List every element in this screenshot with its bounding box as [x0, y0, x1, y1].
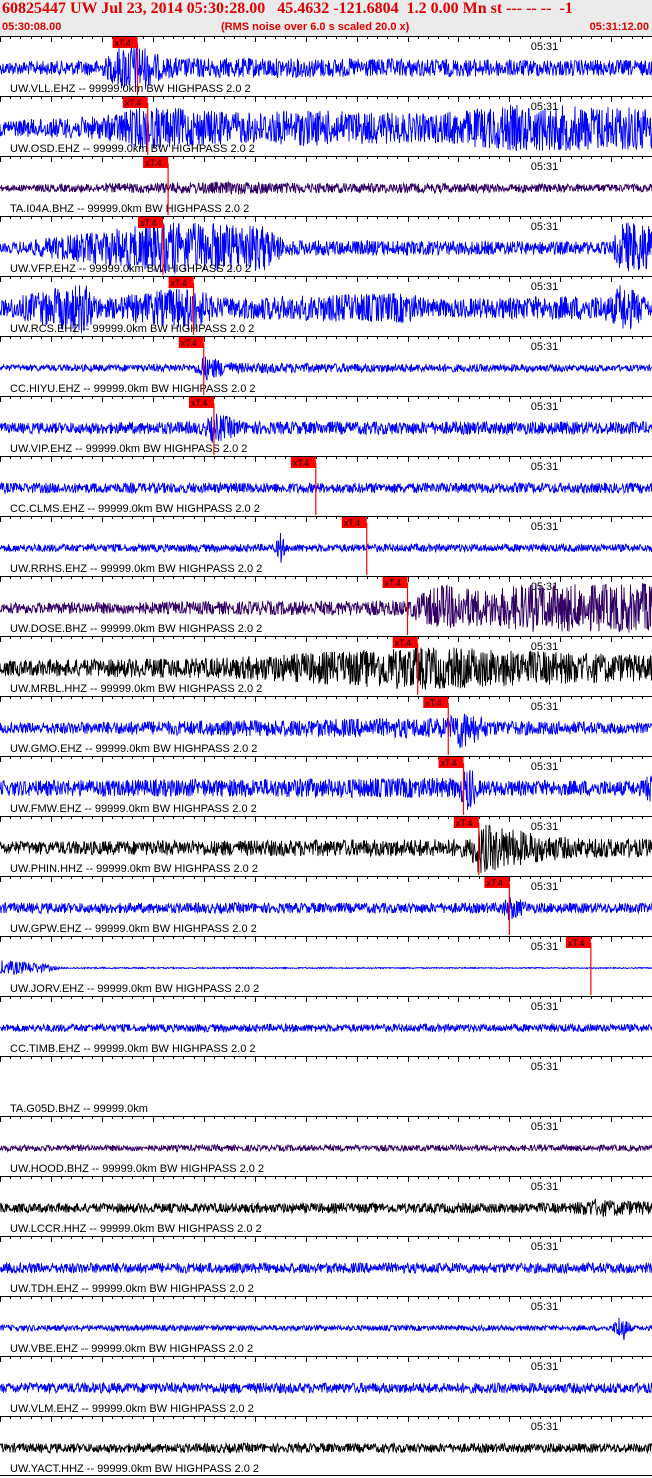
station-label: TA.G05D.BHZ -- 99999.0km [10, 1103, 148, 1115]
start-time-label: 05:30:08.00 [2, 21, 62, 33]
waveform-trace [0, 896, 652, 920]
pick-label: xT.4 [568, 938, 585, 948]
minute-tick-label: 05:31 [531, 761, 559, 773]
station-label: UW.TDH.EHZ -- 99999.0km BW HIGHPASS 2.0 … [10, 1283, 254, 1295]
minute-tick-label: 05:31 [531, 1001, 559, 1013]
waveform-trace [0, 1143, 652, 1153]
station-label: CC.HIYU.EHZ -- 99999.0km BW HIGHPASS 2.0… [10, 383, 256, 395]
end-time-label: 05:31:12.00 [589, 21, 649, 33]
pick-label: xT.4 [385, 578, 402, 588]
station-label: UW.RCS.EHZ -- 99999.0km BW HIGHPASS 2.0 … [10, 323, 254, 335]
minute-tick-label: 05:31 [531, 161, 559, 173]
waveform-trace [0, 1198, 652, 1217]
pick-label: xT.4 [145, 158, 162, 168]
pick-label: xT.4 [486, 878, 503, 888]
station-label: TA.I04A.BHZ -- 99999.0km BW HIGHPASS 2.0… [10, 203, 249, 215]
station-label: CC.CLMS.EHZ -- 99999.0km BW HIGHPASS 2.0… [10, 503, 260, 515]
minute-tick-label: 05:31 [531, 521, 559, 533]
waveform-trace [0, 1441, 652, 1455]
station-label: UW.VFP.EHZ -- 99999.0km BW HIGHPASS 2.0 … [10, 263, 251, 275]
minute-tick-label: 05:31 [531, 821, 559, 833]
minute-tick-label: 05:31 [531, 1301, 559, 1313]
minute-tick-label: 05:31 [531, 341, 559, 353]
pick-label: xT.4 [115, 38, 132, 48]
station-label: UW.GPW.EHZ -- 99999.0km BW HIGHPASS 2.0 … [10, 923, 257, 935]
station-label: UW.FMW.EHZ -- 99999.0km BW HIGHPASS 2.0 … [10, 803, 257, 815]
minute-tick-label: 05:31 [531, 1181, 559, 1193]
waveform-trace [0, 1022, 652, 1034]
minute-tick-label: 05:31 [531, 281, 559, 293]
station-label: UW.JORV.EHZ -- 99999.0km BW HIGHPASS 2.0… [10, 983, 259, 995]
minute-tick-label: 05:31 [531, 1361, 559, 1373]
minute-tick-label: 05:31 [531, 221, 559, 233]
waveform-trace [0, 180, 652, 195]
station-label: UW.PHIN.HHZ -- 99999.0km BW HIGHPASS 2.0… [10, 863, 258, 875]
waveform-trace [0, 413, 652, 443]
station-label: UW.RRHS.EHZ -- 99999.0km BW HIGHPASS 2.0… [10, 563, 262, 575]
pick-label: xT.4 [395, 638, 412, 648]
minute-tick-label: 05:31 [531, 41, 559, 53]
waveform-trace [0, 960, 652, 975]
station-label: UW.VBE.EHZ -- 99999.0km BW HIGHPASS 2.0 … [10, 1343, 253, 1355]
minute-tick-label: 05:31 [531, 401, 559, 413]
station-label: UW.DOSE.BHZ -- 99999.0km BW HIGHPASS 2.0… [10, 623, 262, 635]
pick-label: xT.4 [181, 338, 198, 348]
minute-tick-label: 05:31 [531, 881, 559, 893]
pick-label: xT.4 [140, 218, 157, 228]
minute-tick-label: 05:31 [531, 1121, 559, 1133]
station-label: UW.VLL.EHZ -- 99999.0km BW HIGHPASS 2.0 … [10, 83, 251, 95]
pick-label: xT.4 [171, 278, 188, 288]
station-label: CC.TIMB.EHZ -- 99999.0km BW HIGHPASS 2.0… [10, 1043, 256, 1055]
minute-tick-label: 05:31 [531, 1421, 559, 1433]
minute-tick-label: 05:31 [531, 1241, 559, 1253]
waveform-trace [0, 481, 652, 495]
station-label: UW.LCCR.HHZ -- 99999.0km BW HIGHPASS 2.0… [10, 1223, 262, 1235]
station-label: UW.VLM.EHZ -- 99999.0km BW HIGHPASS 2.0 … [10, 1403, 254, 1415]
noise-note: (RMS noise over 6.0 s scaled 20.0 x) [221, 21, 410, 33]
station-label: UW.MRBL.HHZ -- 99999.0km BW HIGHPASS 2.0… [10, 683, 262, 695]
record-header: 60825447 UW Jul 23, 2014 05:30:28.00 45.… [0, 0, 652, 36]
station-label: UW.VIP.EHZ -- 99999.0km BW HIGHPASS 2.0 … [10, 443, 247, 455]
minute-tick-label: 05:31 [531, 701, 559, 713]
event-title: 60825447 UW Jul 23, 2014 05:30:28.00 45.… [2, 0, 573, 17]
minute-tick-label: 05:31 [531, 1061, 559, 1073]
pick-label: xT.4 [191, 398, 208, 408]
pick-label: xT.4 [425, 698, 442, 708]
minute-tick-label: 05:31 [531, 641, 559, 653]
waveform-trace [0, 1261, 652, 1275]
pick-label: xT.4 [344, 518, 361, 528]
station-label: UW.OSD.EHZ -- 99999.0km BW HIGHPASS 2.0 … [10, 143, 255, 155]
station-label: UW.YACT.HHZ -- 99999.0km BW HIGHPASS 2.0… [10, 1463, 259, 1475]
waveform-trace [0, 356, 652, 381]
minute-tick-label: 05:31 [531, 941, 559, 953]
pick-label: xT.4 [441, 758, 458, 768]
pick-label: xT.4 [456, 818, 473, 828]
station-label: UW.GMO.EHZ -- 99999.0km BW HIGHPASS 2.0 … [10, 743, 257, 755]
minute-tick-label: 05:31 [531, 461, 559, 473]
waveform-trace [0, 1317, 652, 1341]
waveform-trace [0, 532, 652, 563]
pick-label: xT.4 [125, 98, 142, 108]
waveform-trace [0, 1381, 652, 1395]
station-label: UW.HOOD.BHZ -- 99999.0km BW HIGHPASS 2.0… [10, 1163, 264, 1175]
pick-label: xT.4 [293, 458, 310, 468]
seismogram-panel: 05:31 UW.VLL.EHZ -- 99999.0km BW HIGHPASS… [0, 36, 652, 1476]
